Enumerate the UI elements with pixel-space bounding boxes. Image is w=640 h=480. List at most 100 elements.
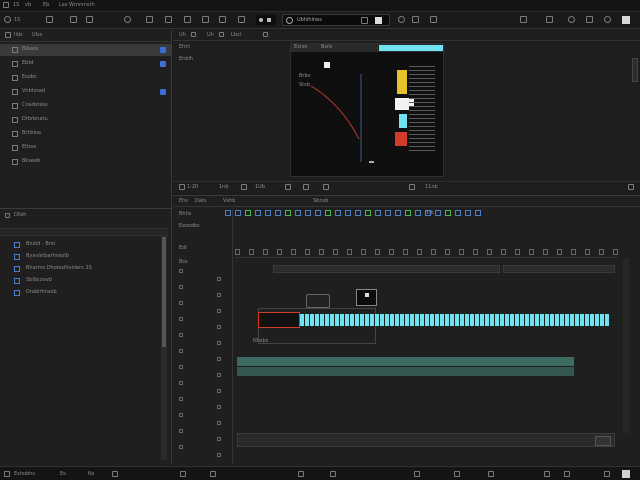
timeline-tool-icon[interactable] (385, 210, 391, 216)
menu-item-3[interactable]: Eb (43, 2, 49, 9)
viewer-tab-2[interactable]: Uh (207, 32, 214, 39)
track-icon[interactable] (179, 365, 183, 369)
track-icon[interactable] (179, 317, 183, 321)
status-icon[interactable] (160, 61, 166, 67)
folder-icon[interactable] (586, 16, 593, 23)
timeline-tool-icon[interactable] (475, 210, 481, 216)
viewer-tab-icon-1[interactable] (191, 32, 196, 37)
timeline-tool-icon[interactable] (295, 210, 301, 216)
clip-marker[interactable] (356, 289, 377, 306)
clip-thumbnail[interactable] (306, 294, 330, 308)
list-item[interactable]: Cnadstess (0, 100, 172, 112)
timer-icon[interactable] (124, 16, 131, 23)
zoom-icon[interactable] (179, 184, 185, 190)
track-icon[interactable] (179, 285, 183, 289)
status-icon-5[interactable] (298, 471, 304, 477)
status-item-1[interactable]: Eshobhs (14, 471, 35, 478)
timeline-tool-icon[interactable] (255, 210, 261, 216)
left-header-tab-1[interactable]: Ilds (14, 32, 23, 39)
timeline-tool-icon[interactable] (345, 210, 351, 216)
timeline-tool-icon[interactable] (375, 210, 381, 216)
track-icon[interactable] (217, 325, 221, 329)
media-item[interactable]: Bnstd - Brst (0, 240, 160, 251)
timeline-scrollbar[interactable] (237, 433, 615, 447)
list-item[interactable]: Eltsss (0, 142, 172, 154)
track-icon[interactable] (179, 413, 183, 417)
status-icon[interactable] (160, 89, 166, 95)
timeline-tool-icon[interactable] (365, 210, 371, 216)
track-icon[interactable] (217, 437, 221, 441)
user-icon[interactable] (568, 16, 575, 23)
list-item[interactable]: Esobc (0, 72, 172, 84)
track-icon[interactable] (217, 277, 221, 281)
bell-icon[interactable] (546, 16, 553, 23)
track-icon[interactable] (179, 333, 183, 337)
record-icon[interactable] (259, 18, 263, 22)
camera-icon[interactable] (412, 16, 419, 23)
list-icon[interactable] (5, 32, 11, 38)
work-area-bar[interactable] (273, 265, 500, 273)
track-icon[interactable] (217, 453, 221, 457)
status-icon-9[interactable] (488, 471, 494, 477)
list-item[interactable]: Brtlsloa (0, 128, 172, 140)
track-icon[interactable] (217, 341, 221, 345)
left-header-tab-2[interactable]: Ulss (32, 32, 42, 39)
track-icon[interactable] (217, 357, 221, 361)
track-icon[interactable] (179, 445, 183, 449)
timeline-tool-icon[interactable] (315, 210, 321, 216)
layout-icon[interactable] (184, 16, 191, 23)
frame-icon[interactable] (202, 16, 209, 23)
app-icon[interactable] (3, 2, 9, 8)
audio-clip[interactable] (237, 357, 574, 366)
media-item[interactable]: Byavlstbarhvsolb (0, 252, 160, 263)
timeline-tool-icon[interactable] (265, 210, 271, 216)
viewer-tab-1[interactable]: Uh (179, 32, 186, 39)
track-icon[interactable] (217, 389, 221, 393)
track-icon[interactable] (217, 421, 221, 425)
home-icon[interactable] (361, 17, 368, 24)
track-icon[interactable] (179, 381, 183, 385)
media-item[interactable]: Bharms Dhotsslhvnlers 2S (0, 264, 160, 275)
export-frame-icon[interactable] (409, 184, 415, 190)
settings-icon[interactable] (604, 16, 611, 23)
loop-icon[interactable] (375, 17, 382, 24)
timeline-tool-icon[interactable] (285, 210, 291, 216)
timeline-tool-icon[interactable] (325, 210, 331, 216)
zoom-button[interactable] (595, 436, 611, 446)
timeline-tool-icon[interactable] (435, 210, 441, 216)
timeline-tab-4[interactable]: Sbnsb (313, 198, 328, 205)
timeline-tool-icon[interactable] (465, 210, 471, 216)
step-icon[interactable] (285, 184, 291, 190)
expand-section-icon[interactable] (5, 213, 10, 218)
status-icon-10[interactable] (544, 471, 550, 477)
left-scrollbar[interactable] (161, 235, 167, 460)
menu-item-4[interactable]: Las Wmnmsth (59, 2, 95, 9)
status-icon-11[interactable] (564, 471, 570, 477)
timeline-tool-icon[interactable] (455, 210, 461, 216)
work-area-bar-2[interactable] (503, 265, 615, 273)
stack-icon[interactable] (520, 16, 527, 23)
viewer-control-2[interactable]: 1Ub (255, 184, 265, 191)
media-item[interactable]: Drablrhnsob (0, 288, 160, 299)
status-icon-2[interactable] (112, 471, 118, 477)
play-icon[interactable] (241, 184, 247, 190)
status-item-3[interactable]: Ns (88, 471, 94, 478)
audio-clip-2[interactable] (237, 367, 574, 376)
timeline-tool-icon[interactable] (245, 210, 251, 216)
status-icon-1[interactable] (4, 471, 10, 477)
list-item[interactable]: Blbass (0, 44, 172, 56)
pen-icon[interactable] (86, 16, 93, 23)
status-icon-6[interactable] (330, 471, 336, 477)
track-icon[interactable] (179, 429, 183, 433)
status-icon[interactable] (160, 47, 166, 53)
timeline-tool-icon[interactable] (235, 210, 241, 216)
status-icon-4[interactable] (210, 471, 216, 477)
viewer-settings-icon[interactable] (628, 184, 634, 190)
viewer-scrollbar[interactable] (632, 58, 638, 82)
magnet-icon[interactable] (146, 16, 153, 23)
left-scrollbar-thumb[interactable] (162, 237, 166, 347)
viewer-tab-icon-2[interactable] (219, 32, 224, 37)
list-item[interactable]: Drbrbnatu (0, 114, 172, 126)
selected-clip[interactable] (258, 312, 300, 328)
video-clip[interactable] (300, 314, 609, 326)
